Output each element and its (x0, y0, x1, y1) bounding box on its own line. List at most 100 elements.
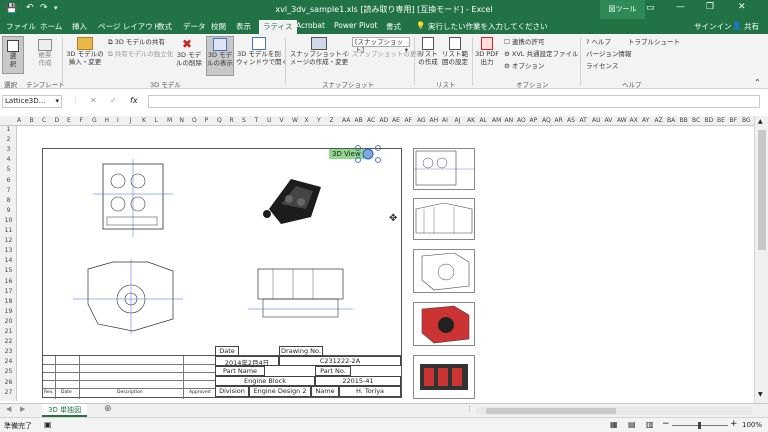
tab-data[interactable]: データ (183, 21, 206, 32)
column-header[interactable]: AE (392, 117, 400, 124)
row-header[interactable]: 4 (0, 156, 17, 163)
row-header[interactable]: 24 (0, 358, 17, 365)
column-header[interactable]: AN (505, 117, 514, 124)
column-header[interactable]: S (242, 117, 246, 124)
sheet-area[interactable]: 3D View Date Drawing No. 2014年2月4日 C2312… (17, 126, 754, 401)
column-header[interactable]: A (17, 117, 21, 124)
page-layout-view-icon[interactable]: ▤ (628, 420, 636, 429)
snapshot-thumbnail-2[interactable] (413, 198, 475, 240)
row-header[interactable]: 16 (0, 278, 17, 285)
tell-me-input[interactable]: 実行したい作業を入力してください (428, 21, 548, 32)
row-header[interactable]: 20 (0, 318, 17, 325)
row-header[interactable]: 18 (0, 298, 17, 305)
horizontal-scrollbar[interactable] (476, 407, 752, 415)
column-header[interactable]: O (192, 117, 197, 124)
row-header[interactable]: 15 (0, 267, 17, 274)
row-header[interactable]: 7 (0, 187, 17, 194)
normal-view-icon[interactable]: ▦ (610, 420, 618, 429)
zoom-slider-thumb[interactable] (698, 422, 701, 429)
column-header[interactable]: R (230, 117, 234, 124)
row-header[interactable]: 19 (0, 308, 17, 315)
zoom-level[interactable]: 100% (742, 421, 762, 429)
snapshot-thumbnail-4[interactable] (413, 302, 475, 346)
tab-view[interactable]: 表示 (236, 21, 251, 32)
scroll-up-icon[interactable]: ▲ (758, 118, 763, 125)
column-header[interactable]: AB (355, 117, 363, 124)
row-header[interactable]: 21 (0, 328, 17, 335)
fx-icon[interactable]: fx (130, 96, 138, 105)
column-header[interactable]: AP (530, 117, 538, 124)
zoom-out-icon[interactable]: − (662, 419, 670, 429)
column-header[interactable]: P (205, 117, 209, 124)
column-header[interactable]: AR (555, 117, 563, 124)
tab-file[interactable]: ファイル (6, 21, 36, 32)
column-header[interactable]: BC (692, 117, 700, 124)
column-header[interactable]: BG (742, 117, 751, 124)
next-sheet-icon[interactable]: ▶ (20, 405, 25, 413)
tab-lattice[interactable]: ラティス (259, 20, 297, 34)
row-header[interactable]: 12 (0, 237, 17, 244)
snapshot-thumbnail-3[interactable] (413, 249, 475, 293)
formula-input[interactable] (148, 95, 760, 108)
snapshot-create-button[interactable]: スナップショットイ メージの作成・変更 (288, 36, 350, 76)
add-sheet-icon[interactable]: ⊕ (104, 404, 112, 414)
column-header[interactable]: AY (642, 117, 649, 124)
row-header[interactable]: 3 (0, 146, 17, 153)
column-header[interactable]: T (255, 117, 259, 124)
link-allow-button[interactable]: ☐ 連携の許可 (504, 38, 544, 46)
row-header[interactable]: 1 (0, 126, 17, 133)
tab-power-pivot[interactable]: Power Pivot (334, 21, 377, 30)
vertical-scrollbar[interactable]: ▲ ▼ (754, 116, 768, 403)
row-header[interactable]: 13 (0, 247, 17, 254)
column-header[interactable]: F (80, 117, 83, 124)
pdf-output-button[interactable]: 3D PDF 出力 (474, 36, 500, 76)
column-header[interactable]: G (92, 117, 97, 124)
prev-sheet-icon[interactable]: ◀ (6, 405, 11, 413)
column-header[interactable]: BE (717, 117, 725, 124)
column-header[interactable]: V (280, 117, 284, 124)
signin-link[interactable]: サインイン (694, 21, 732, 32)
share-standalone-button[interactable]: ⧉ 共有モデルの独立化 (108, 50, 173, 58)
column-header[interactable]: AA (342, 117, 350, 124)
zoom-slider[interactable] (672, 422, 728, 429)
open-window-button[interactable]: 3D モデルを別 ウィンドウで開く (236, 36, 288, 76)
row-header[interactable]: 23 (0, 348, 17, 355)
column-header[interactable]: BF (730, 117, 738, 124)
hscroll-thumb[interactable] (486, 408, 616, 414)
macro-record-icon[interactable]: ▣ (44, 420, 52, 429)
column-header[interactable]: J (130, 117, 132, 124)
page-break-view-icon[interactable]: ▥ (646, 420, 654, 429)
options-button[interactable]: ⚙ オプション (504, 62, 544, 70)
sheet-tab-3d-standalone[interactable]: 3D 単独図 (42, 404, 88, 417)
row-header[interactable]: 11 (0, 227, 17, 234)
troubleshoot-button[interactable]: トラブルシュート (628, 38, 680, 46)
list-range-button[interactable]: リスト範 囲の設定 (441, 36, 469, 76)
row-header[interactable]: 10 (0, 217, 17, 224)
xvl-common-button[interactable]: ⚙ XVL 共通設定ファイル (504, 50, 579, 58)
column-header[interactable]: BB (680, 117, 688, 124)
column-header[interactable]: AW (617, 117, 627, 124)
select-button[interactable]: 選 択 (2, 36, 24, 74)
rotate-handle-icon[interactable] (353, 144, 383, 164)
column-header[interactable]: AC (367, 117, 375, 124)
column-header[interactable]: K (142, 117, 146, 124)
column-header[interactable]: Q (217, 117, 222, 124)
share-button[interactable]: 共有 (744, 21, 759, 32)
license-button[interactable]: ライセンス (586, 62, 618, 70)
cancel-icon[interactable]: ✕ (90, 96, 97, 105)
column-header[interactable]: AV (605, 117, 613, 124)
column-header[interactable]: AI (442, 117, 448, 124)
row-header[interactable]: 22 (0, 338, 17, 345)
scroll-thumb[interactable] (758, 130, 766, 250)
column-header[interactable]: M (167, 117, 172, 124)
column-header[interactable]: AF (405, 117, 413, 124)
column-header[interactable]: B (30, 117, 34, 124)
insert-model-button[interactable]: 3D モデルの 挿入・変更 (66, 36, 104, 76)
name-box[interactable]: Lattice3D... ▾ (2, 95, 62, 108)
column-header[interactable]: AS (567, 117, 575, 124)
column-header[interactable]: U (267, 117, 271, 124)
show-model-button[interactable]: 3D モデ ルの表示 (206, 36, 234, 76)
row-header[interactable]: 17 (0, 288, 17, 295)
snapshot-update-button[interactable]: ↻ スナップショットの更新 (344, 50, 423, 58)
minimize-button[interactable]: — (676, 2, 685, 12)
